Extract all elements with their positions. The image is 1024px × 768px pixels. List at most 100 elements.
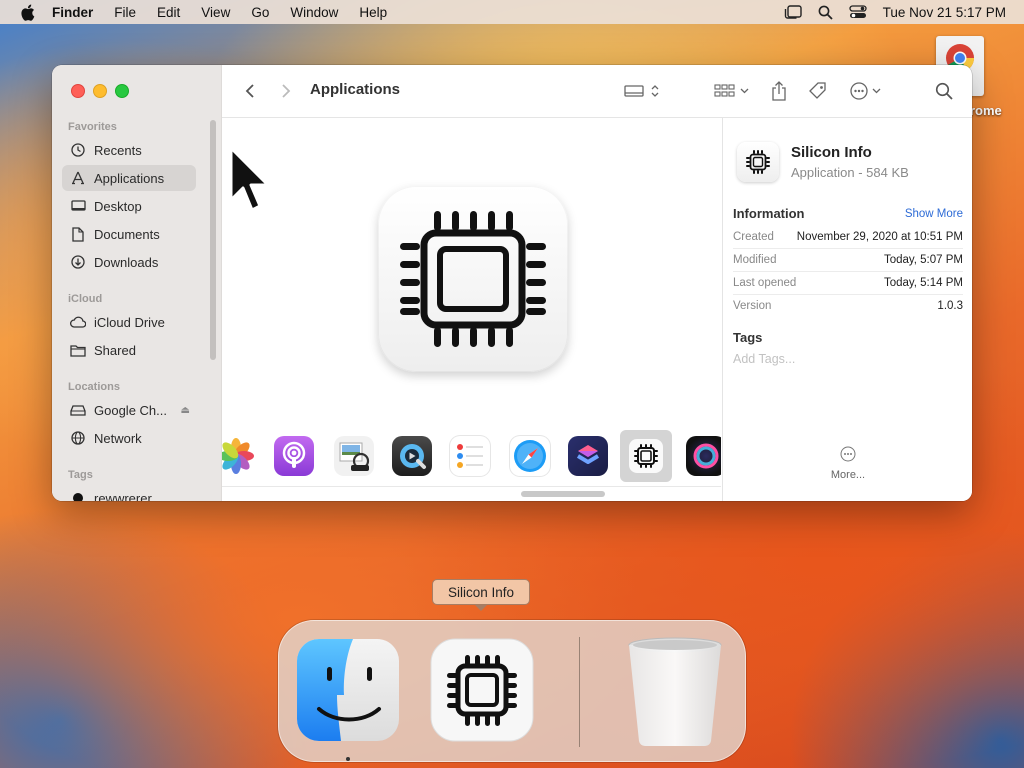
ellipsis-circle-icon — [850, 82, 881, 100]
chevron-right-icon — [282, 84, 291, 98]
sidebar: Favorites Recents Applications Desktop D… — [52, 65, 222, 501]
more-button[interactable]: More... — [823, 446, 873, 481]
share-button[interactable] — [768, 79, 790, 103]
menu-app-name[interactable]: Finder — [52, 5, 93, 20]
sidebar-item-icloud-drive[interactable]: iCloud Drive — [62, 309, 196, 335]
menu-go[interactable]: Go — [251, 5, 269, 20]
action-menu-button[interactable] — [848, 79, 888, 103]
info-key: Created — [733, 231, 774, 243]
sidebar-item-label: Recents — [94, 142, 142, 158]
close-button[interactable] — [71, 84, 85, 98]
desktop-icon — [70, 198, 86, 214]
reminders-icon[interactable] — [450, 436, 490, 476]
back-button[interactable] — [240, 79, 260, 103]
forward-button[interactable] — [276, 79, 296, 103]
sidebar-item-label: Applications — [94, 170, 165, 186]
sidebar-item-label: rewwrerer — [94, 490, 152, 502]
siri-icon[interactable] — [686, 436, 721, 476]
sidebar-header-favorites: Favorites — [68, 121, 117, 133]
sidebar-item-label: Documents — [94, 226, 160, 242]
sidebar-header-icloud: iCloud — [68, 293, 103, 305]
stage-manager-icon[interactable] — [784, 5, 802, 19]
menu-window[interactable]: Window — [290, 5, 338, 20]
document-icon — [70, 226, 86, 242]
sidebar-header-tags: Tags — [68, 469, 93, 481]
download-icon — [70, 254, 86, 270]
search-button[interactable] — [932, 79, 956, 103]
shortcuts-icon[interactable] — [568, 436, 608, 476]
info-value: 1.0.3 — [937, 300, 963, 312]
silicon-info-icon[interactable] — [620, 430, 672, 482]
sidebar-header-locations: Locations — [68, 381, 120, 393]
info-row-modified: Modified Today, 5:07 PM — [733, 249, 963, 272]
menu-clock[interactable]: Tue Nov 21 5:17 PM — [883, 5, 1006, 20]
silicon-info-large-icon — [378, 186, 568, 372]
dock-separator — [579, 637, 580, 747]
finder-window: Favorites Recents Applications Desktop D… — [52, 65, 972, 501]
silicon-info-icon[interactable] — [429, 637, 534, 743]
sidebar-item-label: Google Ch... — [94, 402, 167, 418]
sidebar-item-network[interactable]: Network — [62, 425, 196, 451]
sidebar-item-documents[interactable]: Documents — [62, 221, 196, 247]
dock — [278, 620, 746, 762]
info-row-version: Version 1.0.3 — [733, 295, 963, 317]
sidebar-item-google-chrome-volume[interactable]: Google Ch... ⏏ — [62, 397, 196, 423]
shared-folder-icon — [70, 342, 86, 358]
view-mode-button[interactable] — [620, 79, 664, 103]
file-kind-size: Application - 584 KB — [791, 165, 909, 180]
apple-menu-icon[interactable] — [20, 4, 36, 21]
sidebar-item-label: Shared — [94, 342, 136, 358]
spotlight-search-icon[interactable] — [818, 5, 833, 20]
zoom-button[interactable] — [115, 84, 129, 98]
menu-help[interactable]: Help — [359, 5, 387, 20]
window-controls — [71, 84, 129, 98]
eject-icon[interactable]: ⏏ — [181, 405, 190, 416]
silicon-info-icon — [737, 142, 779, 182]
trash-icon[interactable] — [625, 637, 729, 747]
sidebar-scrollbar[interactable] — [210, 120, 216, 360]
mouse-pointer-icon — [228, 146, 270, 217]
sidebar-item-downloads[interactable]: Downloads — [62, 249, 196, 275]
menu-bar: Finder File Edit View Go Window Help Tue… — [0, 0, 1024, 24]
preview-icon[interactable] — [334, 436, 374, 476]
globe-icon — [70, 430, 86, 446]
strip-divider — [222, 486, 721, 487]
info-value: Today, 5:07 PM — [883, 254, 963, 266]
drive-icon — [70, 402, 86, 418]
sidebar-item-shared[interactable]: Shared — [62, 337, 196, 363]
sidebar-item-recents[interactable]: Recents — [62, 137, 196, 163]
menu-edit[interactable]: Edit — [157, 5, 180, 20]
more-label: More... — [830, 469, 866, 481]
window-title: Applications — [310, 81, 401, 98]
safari-icon[interactable] — [510, 436, 550, 476]
sidebar-item-applications[interactable]: Applications — [62, 165, 196, 191]
photos-icon[interactable] — [222, 436, 256, 476]
info-key: Version — [733, 300, 772, 312]
running-indicator — [346, 757, 350, 761]
applications-icon — [70, 170, 86, 186]
sidebar-item-label: Network — [94, 430, 142, 446]
quicktime-icon[interactable] — [392, 436, 432, 476]
file-name: Silicon Info — [791, 144, 872, 161]
sidebar-item-label: iCloud Drive — [94, 314, 165, 330]
tag-button[interactable] — [806, 79, 830, 103]
toolbar: Applications — [222, 65, 972, 118]
sidebar-item-tag[interactable]: rewwrerer — [62, 485, 196, 501]
minimize-button[interactable] — [93, 84, 107, 98]
share-icon — [772, 81, 786, 101]
control-center-icon[interactable] — [849, 5, 867, 19]
cloud-icon — [70, 314, 86, 330]
show-more-link[interactable]: Show More — [905, 208, 963, 220]
group-button[interactable] — [712, 79, 752, 103]
menu-file[interactable]: File — [114, 5, 136, 20]
gallery-view[interactable] — [222, 118, 721, 501]
clock-icon — [70, 142, 86, 158]
podcasts-icon[interactable] — [274, 436, 314, 476]
add-tags-field[interactable]: Add Tags... — [733, 352, 795, 366]
sidebar-item-desktop[interactable]: Desktop — [62, 193, 196, 219]
information-header: Information — [733, 206, 805, 221]
menu-view[interactable]: View — [201, 5, 230, 20]
horizontal-scrollbar[interactable] — [521, 491, 605, 497]
app-strip — [222, 430, 721, 482]
finder-icon[interactable] — [295, 637, 399, 743]
